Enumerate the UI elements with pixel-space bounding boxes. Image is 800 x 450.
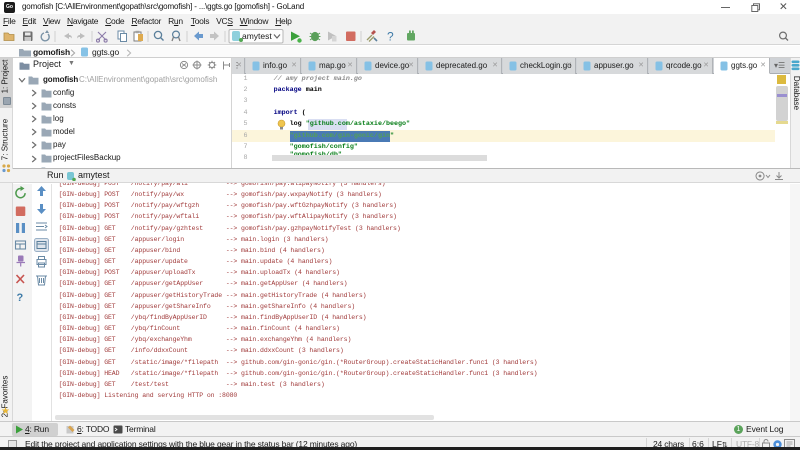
svg-text:?: ? [17,292,24,304]
svg-text:amytest: amytest [242,31,272,41]
svg-text:?: ? [387,30,394,44]
